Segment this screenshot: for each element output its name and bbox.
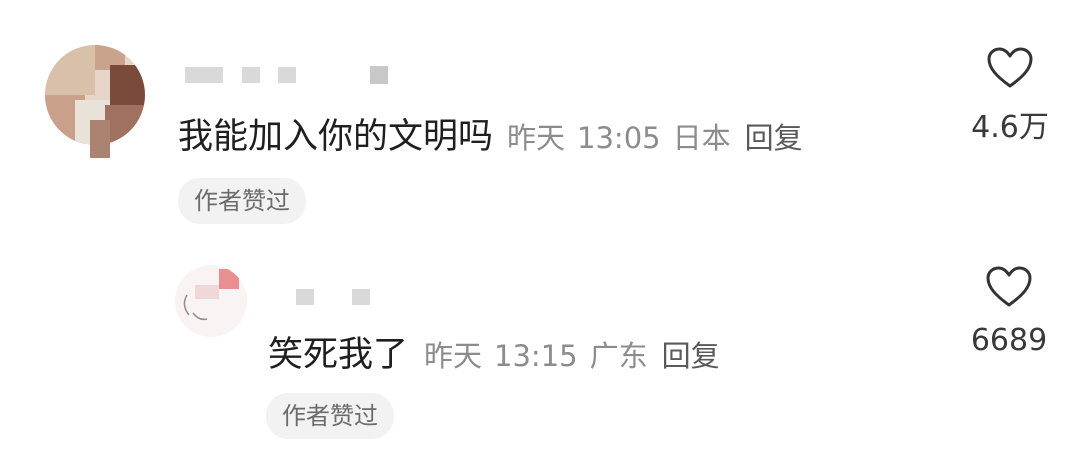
comment-time: 13:15 xyxy=(494,339,578,373)
author-liked-badge: 作者赞过 xyxy=(266,393,394,439)
like-button[interactable]: 6689 xyxy=(962,265,1056,358)
avatar[interactable] xyxy=(175,265,247,337)
like-count: 6689 xyxy=(970,323,1048,358)
comment-location: 广东 xyxy=(589,339,648,373)
comment-text: 笑死我了 xyxy=(268,335,409,375)
reply-button[interactable]: 回复 xyxy=(745,115,803,157)
comment-date: 昨天 xyxy=(424,339,483,373)
avatar-mosaic xyxy=(90,120,110,158)
comment-location: 日本 xyxy=(672,121,731,155)
heart-outline-icon xyxy=(987,47,1033,88)
reply-button[interactable]: 回复 xyxy=(662,333,720,375)
comment-text: 我能加入你的文明吗 xyxy=(178,117,494,157)
like-count: 4.6万 xyxy=(971,110,1049,145)
comment-line: 笑死我了 昨天 13:15 广东 回复 xyxy=(268,326,720,377)
comment-time: 13:05 xyxy=(577,121,661,155)
comment-line: 我能加入你的文明吗 昨天 13:05 日本 回复 xyxy=(178,108,803,159)
author-liked-badge: 作者赞过 xyxy=(178,178,306,224)
comment-date: 昨天 xyxy=(507,121,566,155)
like-button[interactable]: 4.6万 xyxy=(965,46,1055,146)
heart-outline-icon xyxy=(986,266,1032,307)
